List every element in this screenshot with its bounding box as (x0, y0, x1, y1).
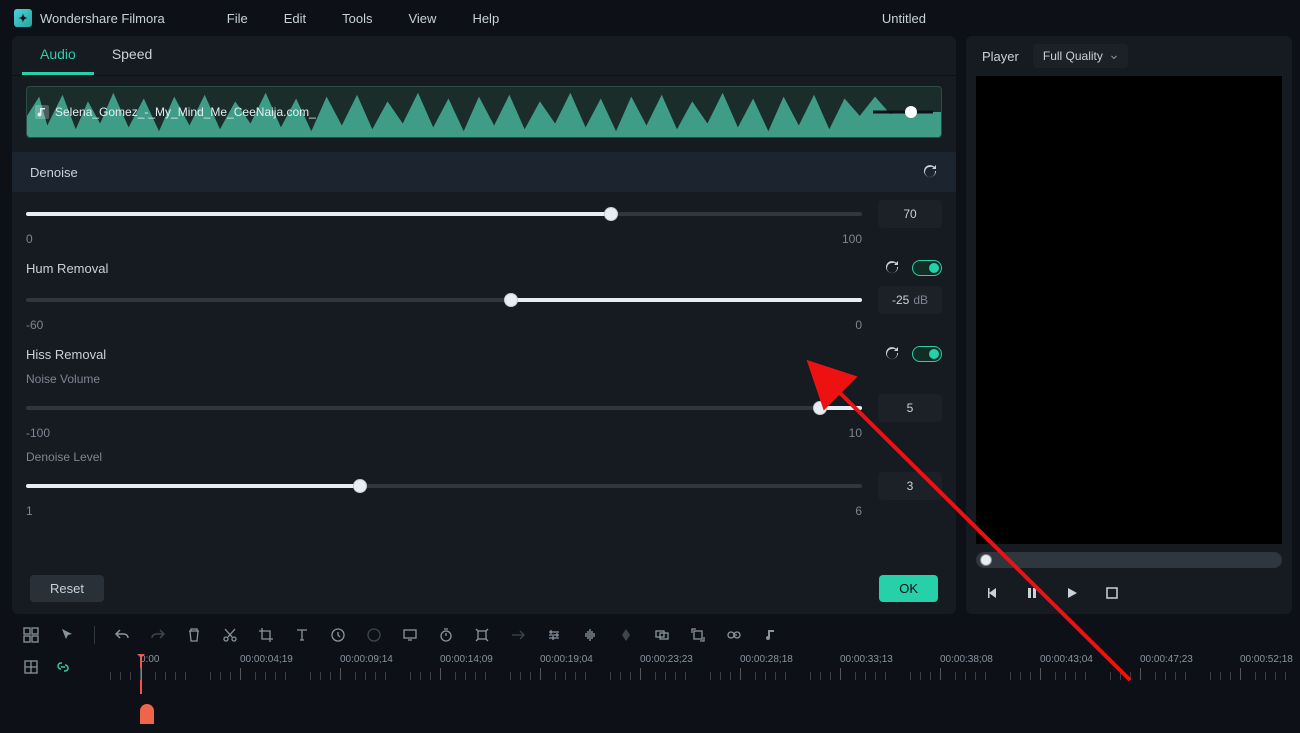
denoise-min: 0 (26, 232, 33, 246)
screen-icon[interactable] (401, 626, 419, 644)
hum-min: -60 (26, 318, 43, 332)
menu-help[interactable]: Help (458, 7, 513, 30)
music-note-icon (35, 105, 49, 119)
noise-volume-label: Noise Volume (26, 372, 942, 386)
hum-removal-label: Hum Removal (26, 261, 108, 276)
reset-icon[interactable] (884, 346, 900, 362)
menu-view[interactable]: View (394, 7, 450, 30)
denoise-level-value[interactable]: 3 (878, 472, 942, 500)
noise-volume-slider[interactable] (26, 406, 862, 410)
denoise-max: 100 (842, 232, 862, 246)
reset-button[interactable]: Reset (30, 575, 104, 602)
menu-file[interactable]: File (213, 7, 262, 30)
fade-out-handle[interactable] (905, 106, 917, 118)
player-scrubber[interactable] (976, 552, 1282, 568)
reset-icon[interactable] (922, 164, 938, 180)
stop-icon[interactable] (1102, 583, 1122, 603)
denoise-level-min: 1 (26, 504, 33, 518)
prev-frame-icon[interactable] (982, 583, 1002, 603)
ok-button[interactable]: OK (879, 575, 938, 602)
crop-icon[interactable] (257, 626, 275, 644)
noise-volume-min: -100 (26, 426, 50, 440)
layout-icon[interactable] (22, 626, 40, 644)
quality-select[interactable]: Full Quality (1033, 44, 1128, 68)
player-panel: Player Full Quality (966, 36, 1292, 614)
speed-icon[interactable] (329, 626, 347, 644)
group-icon[interactable] (653, 626, 671, 644)
play-icon[interactable] (1062, 583, 1082, 603)
link-icon[interactable] (725, 626, 743, 644)
audio-adjust-icon[interactable] (581, 626, 599, 644)
timeline-clip[interactable] (140, 704, 154, 724)
transition-icon[interactable] (509, 626, 527, 644)
music-icon[interactable] (761, 626, 779, 644)
fade-out-bar (873, 111, 933, 114)
ungroup-icon[interactable] (689, 626, 707, 644)
noise-volume-value[interactable]: 5 (878, 394, 942, 422)
link-track-icon[interactable] (54, 658, 72, 676)
app-title: Wondershare Filmora (40, 11, 165, 26)
cut-icon[interactable] (221, 626, 239, 644)
menu-bar: ✦ Wondershare Filmora File Edit Tools Vi… (0, 0, 1300, 36)
timer-icon[interactable] (437, 626, 455, 644)
color-icon[interactable] (365, 626, 383, 644)
adjust-icon[interactable] (545, 626, 563, 644)
reset-icon[interactable] (884, 260, 900, 276)
delete-icon[interactable] (185, 626, 203, 644)
timeline: 0:0000:00:04;1900:00:09;1400:00:14;0900:… (0, 614, 1300, 733)
text-icon[interactable] (293, 626, 311, 644)
audio-properties-panel: Audio Speed Selena_Gomez_-_My_Mind_Me_Ce… (12, 36, 956, 614)
pause-icon[interactable] (1022, 583, 1042, 603)
denoise-level-label: Denoise Level (26, 450, 942, 464)
noise-volume-max: 10 (849, 426, 862, 440)
track-options-icon[interactable] (22, 658, 40, 676)
cursor-icon[interactable] (58, 626, 76, 644)
hum-slider[interactable] (26, 298, 862, 302)
tab-speed[interactable]: Speed (94, 36, 170, 75)
undo-icon[interactable] (113, 626, 131, 644)
hum-removal-toggle[interactable] (912, 260, 942, 276)
tab-audio[interactable]: Audio (22, 36, 94, 75)
panel-tabs: Audio Speed (12, 36, 956, 76)
hum-value[interactable]: -25 (878, 286, 942, 314)
keyframe-icon[interactable] (617, 626, 635, 644)
app-logo-icon: ✦ (14, 9, 32, 27)
marker-icon[interactable] (473, 626, 491, 644)
denoise-slider[interactable] (26, 212, 862, 216)
menu-edit[interactable]: Edit (270, 7, 320, 30)
hiss-removal-label: Hiss Removal (26, 347, 106, 362)
menu-tools[interactable]: Tools (328, 7, 386, 30)
hiss-removal-toggle[interactable] (912, 346, 942, 362)
denoise-label: Denoise (30, 165, 78, 180)
document-title: Untitled (882, 11, 926, 26)
player-label: Player (982, 49, 1019, 64)
timeline-toolbar (0, 620, 1300, 650)
audio-clip-waveform[interactable]: Selena_Gomez_-_My_Mind_Me_CeeNaija.com_ (26, 86, 942, 138)
timeline-ruler[interactable]: 0:0000:00:04;1900:00:09;1400:00:14;0900:… (0, 654, 1300, 694)
denoise-level-slider[interactable] (26, 484, 862, 488)
denoise-value[interactable]: 70 (878, 200, 942, 228)
redo-icon[interactable] (149, 626, 167, 644)
denoise-level-max: 6 (855, 504, 862, 518)
clip-filename: Selena_Gomez_-_My_Mind_Me_CeeNaija.com_ (55, 105, 316, 119)
hum-max: 0 (855, 318, 862, 332)
preview-viewport[interactable] (976, 76, 1282, 544)
